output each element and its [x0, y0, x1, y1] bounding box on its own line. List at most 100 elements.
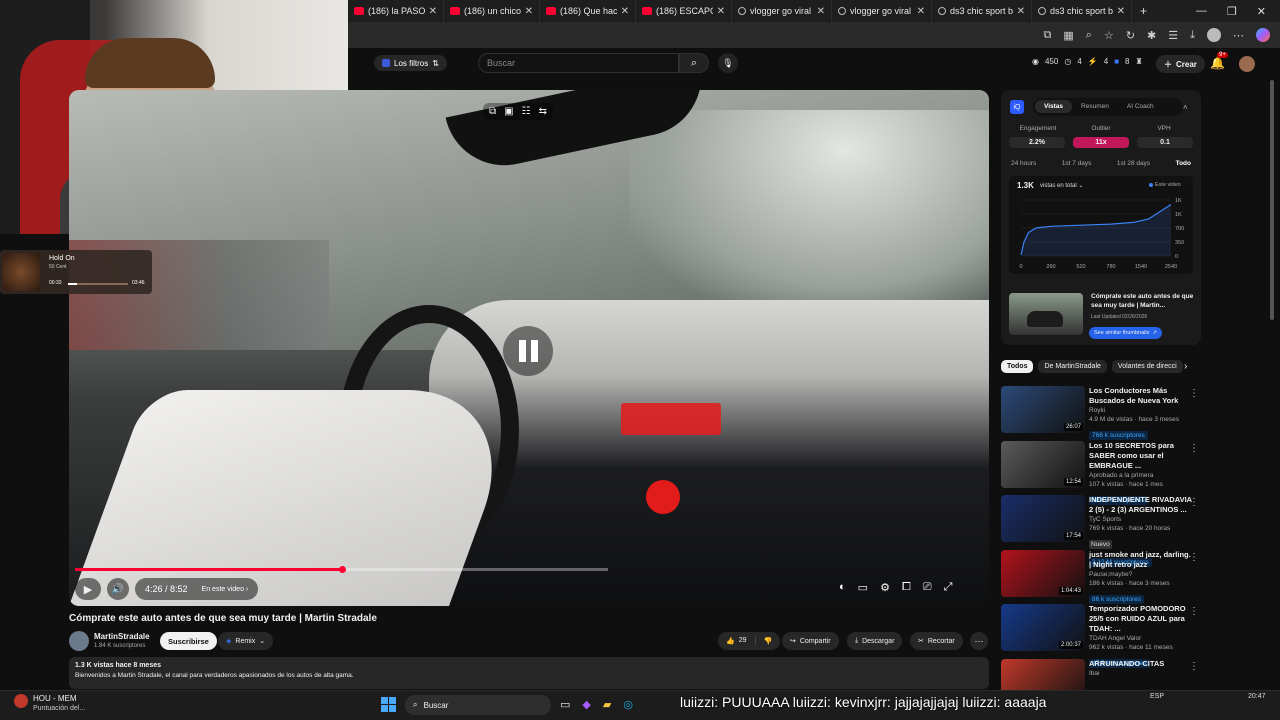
- rec-filter-chip[interactable]: Volantes de direcci: [1111, 360, 1183, 373]
- browser-tab[interactable]: ds3 chic sport bl ✕: [1032, 0, 1132, 22]
- browser-tab[interactable]: vlogger go viral ✕: [732, 0, 832, 22]
- translate-icon[interactable]: ⇆: [539, 106, 547, 117]
- account-avatar[interactable]: [1239, 56, 1255, 72]
- close-tab-icon[interactable]: ✕: [525, 6, 533, 17]
- autoplay-toggle-icon[interactable]: ◐: [839, 581, 846, 594]
- channel-name[interactable]: MartinStradale: [94, 632, 150, 641]
- more-menu-icon[interactable]: ⋯: [1233, 29, 1244, 42]
- close-tab-icon[interactable]: ✕: [429, 6, 437, 17]
- taskbar-search[interactable]: ⌕ Buscar: [405, 695, 551, 715]
- recommended-video[interactable]: 17:54 INDEPENDIENTE RIVADAVIA 2 (5) - 2 (…: [1001, 495, 1201, 567]
- chapter-button[interactable]: En este video ›: [202, 586, 249, 593]
- favorite-star-icon[interactable]: ☆: [1104, 29, 1114, 42]
- miniplayer-icon[interactable]: ⧠: [902, 581, 911, 594]
- language-indicator[interactable]: ESP: [1150, 693, 1164, 700]
- description-box[interactable]: 1.3 K vistas hace 8 meses Bienvenidos a …: [69, 657, 989, 689]
- range-tab[interactable]: 1st 7 days: [1062, 160, 1092, 167]
- chevron-right-icon[interactable]: ›: [1184, 361, 1187, 372]
- rec-title[interactable]: just smoke and jazz, darling. | Night re…: [1089, 550, 1193, 570]
- file-explorer-icon[interactable]: ▰: [603, 698, 611, 711]
- windows-start-icon[interactable]: [381, 697, 396, 712]
- rec-title[interactable]: ARRUINANDO CITAS: [1089, 659, 1193, 669]
- thumbnail-preview[interactable]: [1009, 293, 1083, 335]
- rec-menu-icon[interactable]: ⋮: [1189, 606, 1199, 617]
- close-tab-icon[interactable]: ✕: [1017, 6, 1025, 17]
- subtitles-icon[interactable]: ▭: [858, 581, 868, 594]
- download-icon[interactable]: ⤓: [1190, 29, 1195, 42]
- rec-title[interactable]: Los 10 SECRETOS para SABER como usar el …: [1089, 441, 1193, 471]
- browser-tab[interactable]: ds3 chic sport bl ✕: [932, 0, 1032, 22]
- close-tab-icon[interactable]: ✕: [817, 6, 825, 17]
- progress-scrubber[interactable]: [338, 566, 346, 573]
- rec-channel[interactable]: TyC Sports: [1089, 515, 1193, 524]
- download-button[interactable]: ⤓ Descargar: [847, 632, 903, 650]
- fullscreen-icon[interactable]: ⤢: [944, 581, 953, 594]
- recommended-video[interactable]: 26:07 Los Conductores Más Buscados de Nue…: [1001, 386, 1201, 440]
- analytics-tab[interactable]: Vistas: [1035, 100, 1073, 113]
- rec-menu-icon[interactable]: ⋮: [1189, 661, 1199, 672]
- rec-channel[interactable]: Ibai: [1089, 669, 1193, 678]
- collapse-icon[interactable]: ˄: [1183, 103, 1188, 112]
- extension-icon[interactable]: ⧉: [1044, 29, 1052, 42]
- close-tab-icon[interactable]: ✕: [717, 6, 725, 17]
- clip-button[interactable]: ✂ Recortar: [910, 632, 963, 650]
- restore-icon[interactable]: ❐: [1227, 5, 1237, 18]
- copilot-icon[interactable]: [1256, 28, 1270, 42]
- browser-tab[interactable]: (186) Que hacem ✕: [540, 0, 636, 22]
- weather-widget-icon[interactable]: [14, 694, 28, 708]
- recommended-video[interactable]: 2:00:37 Temporizador POMODORO 25/5 con RU…: [1001, 604, 1201, 668]
- browser-tab[interactable]: (186) ESCAPO DE ✕: [636, 0, 732, 22]
- rec-channel[interactable]: Royki: [1089, 406, 1193, 415]
- volume-button[interactable]: 🔊: [107, 578, 129, 600]
- filters-button[interactable]: Los filtros ⇅: [374, 55, 447, 71]
- profile-icon[interactable]: [1207, 28, 1221, 42]
- rec-title[interactable]: Temporizador POMODORO 25/5 con RUIDO AZU…: [1089, 604, 1193, 634]
- edge-browser-icon[interactable]: ◎: [623, 698, 633, 711]
- play-button[interactable]: ▶: [75, 578, 101, 600]
- rec-title[interactable]: Los Conductores Más Buscados de Nueva Yo…: [1089, 386, 1193, 406]
- analytics-tab[interactable]: Resumen: [1072, 100, 1118, 113]
- close-tab-icon[interactable]: ✕: [917, 6, 925, 17]
- page-scrollbar[interactable]: [1270, 80, 1274, 320]
- rec-channel[interactable]: Aprobado a la primera: [1089, 471, 1193, 480]
- close-tab-icon[interactable]: ✕: [621, 6, 629, 17]
- range-tab[interactable]: 24 hours: [1011, 160, 1036, 167]
- extensions-puzzle-icon[interactable]: ✱: [1147, 29, 1156, 42]
- minimize-icon[interactable]: —: [1196, 5, 1207, 18]
- remix-button[interactable]: ◈ Remix ⌄: [218, 632, 274, 650]
- rec-menu-icon[interactable]: ⋮: [1189, 552, 1199, 563]
- screenshot-icon[interactable]: ⧉: [489, 106, 496, 117]
- channel-avatar[interactable]: [69, 631, 89, 651]
- new-tab-button[interactable]: +: [1132, 4, 1155, 18]
- rec-filter-chip[interactable]: Todos: [1001, 360, 1034, 373]
- rec-menu-icon[interactable]: ⋮: [1189, 443, 1199, 454]
- clock[interactable]: 20:47: [1248, 693, 1266, 700]
- rec-filter-chip[interactable]: De MartinStradale: [1038, 360, 1107, 373]
- similar-thumbnails-button[interactable]: See similar thumbnails ↗: [1089, 327, 1162, 339]
- rec-thumbnail[interactable]: 12:54: [1001, 440, 1085, 488]
- rec-title[interactable]: INDEPENDIENTE RIVADAVIA 2 (5) - 2 (3) AR…: [1089, 495, 1193, 515]
- subscribe-button[interactable]: Suscribirse: [160, 632, 217, 650]
- task-view-icon[interactable]: ▭: [560, 698, 570, 711]
- recommended-video[interactable]: 12:54 Los 10 SECRETOS para SABER como usa…: [1001, 440, 1201, 505]
- range-tab[interactable]: Todo: [1176, 160, 1191, 167]
- pip-icon[interactable]: ▣: [504, 106, 513, 117]
- analytics-tab[interactable]: AI Coach: [1118, 100, 1163, 113]
- create-button[interactable]: ＋ Crear: [1156, 55, 1205, 73]
- total-views-selector[interactable]: vistas en total ⌄: [1040, 182, 1083, 189]
- refresh-icon[interactable]: ↻: [1126, 29, 1135, 42]
- rec-channel[interactable]: TDAH Angel Valor: [1089, 634, 1193, 643]
- voice-search-button[interactable]: 🎙: [718, 53, 738, 73]
- rec-thumbnail[interactable]: 2:00:37: [1001, 604, 1085, 651]
- rec-channel[interactable]: Pause;maybe?: [1089, 570, 1193, 579]
- range-tab[interactable]: 1st 28 days: [1117, 160, 1150, 167]
- apps-icon[interactable]: ▦: [1063, 29, 1073, 42]
- settings-gear-icon[interactable]: ⚙: [880, 581, 890, 594]
- cast-icon[interactable]: ⎚: [923, 581, 932, 594]
- share-button[interactable]: ↪ Compartir: [782, 632, 839, 650]
- collections-icon[interactable]: ☰: [1168, 29, 1178, 42]
- notes-icon[interactable]: ☷: [522, 106, 531, 117]
- like-button[interactable]: 👍 29: [718, 637, 756, 645]
- rec-thumbnail[interactable]: 17:54: [1001, 495, 1085, 542]
- rec-thumbnail[interactable]: 1:04:43: [1001, 549, 1085, 597]
